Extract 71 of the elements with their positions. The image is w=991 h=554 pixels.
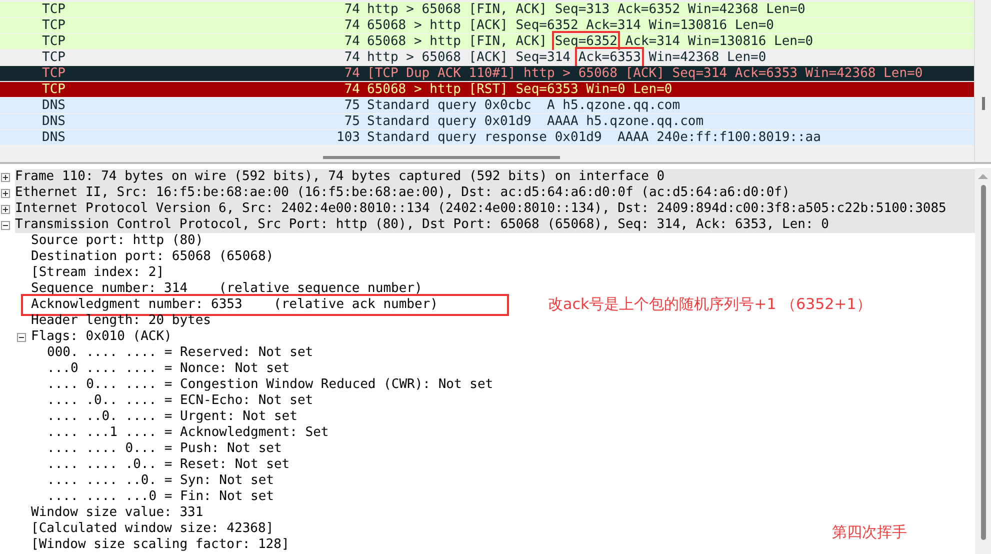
packet-row[interactable]: TCP 74 65068 > http [ACK] Seq=6352 Ack=314 Win=130816 Len=0 bbox=[0, 18, 974, 33]
detail-line[interactable]: Source port: http (80) bbox=[31, 233, 204, 249]
highlighted-text: Ack=6353 bbox=[578, 50, 641, 65]
horizontal-scrollbar[interactable] bbox=[323, 156, 560, 159]
annotation-text: 第四次挥手 bbox=[832, 523, 907, 542]
protocol-cell-text: DNS bbox=[42, 130, 66, 145]
length-cell-text: 75 bbox=[343, 114, 360, 129]
detail-line[interactable]: Destination port: 65068 (65068) bbox=[31, 249, 274, 265]
length-cell-text: 103 bbox=[336, 130, 360, 145]
detail-line[interactable]: .... ..0. .... = Urgent: Not set bbox=[47, 409, 298, 425]
detail-line[interactable]: .... .... 0... = Push: Not set bbox=[47, 441, 282, 457]
collapse-icon[interactable] bbox=[1, 220, 10, 230]
highlighted-text: Seq=6352 bbox=[554, 34, 618, 49]
info-text: 65068 > http [RST] Seq=6353 Win=0 Len=0 bbox=[367, 82, 672, 97]
detail-line[interactable]: .... .0.. .... = ECN-Echo: Not set bbox=[47, 393, 314, 409]
packet-row[interactable]: TCP 74 65068 > http [RST] Seq=6353 Win=0 Len=0 bbox=[0, 82, 974, 97]
info-text: Standard query 0x01d9 AAAA h5.qzone.qq.com bbox=[367, 114, 704, 129]
detail-line[interactable]: Sequence number: 314 (relative sequence number) bbox=[31, 281, 422, 297]
length-cell-text: 74 bbox=[343, 18, 360, 33]
protocol-cell-text: TCP bbox=[42, 2, 66, 17]
collapse-icon[interactable] bbox=[17, 332, 26, 342]
detail-line[interactable]: Header length: 20 bytes bbox=[31, 313, 212, 329]
detail-line[interactable]: 000. .... .... = Reserved: Not set bbox=[47, 345, 314, 361]
scroll-thumb[interactable] bbox=[982, 97, 985, 110]
detail-line[interactable]: .... .... ..0. = Syn: Not set bbox=[47, 473, 274, 489]
vertical-scrollbar[interactable] bbox=[975, 168, 991, 554]
length-cell-text: 74 bbox=[343, 2, 360, 17]
packet-row[interactable]: DNS 75 Standard query 0x0cbc A h5.qzone.qq.com bbox=[0, 98, 974, 113]
packet-row[interactable]: TCP 74 65068 > http [FIN, ACK] Seq=6352 Ack=314 Win=130816 Len=0 bbox=[0, 34, 974, 49]
detail-line[interactable]: .... 0... .... = Congestion Window Reduced (CWR): Not set bbox=[47, 377, 494, 393]
detail-line[interactable]: .... ...1 .... = Acknowledgment: Set bbox=[47, 425, 329, 441]
protocol-cell-text: DNS bbox=[42, 114, 66, 129]
info-text: Standard query response 0x01d9 AAAA 240e:ff:f100:8019::aa bbox=[367, 130, 821, 145]
packet-row[interactable]: DNS 75 Standard query 0x01d9 AAAA h5.qzone.qq.com bbox=[0, 114, 974, 129]
protocol-cell-text: TCP bbox=[42, 50, 66, 65]
detail-line[interactable]: ...0 .... .... = Nonce: Not set bbox=[47, 361, 290, 377]
info-text: 65068 > http [FIN, ACK] bbox=[367, 34, 548, 49]
packet-row[interactable]: DNS 103 Standard query response 0x01d9 AAAA 240e:ff:f100:8019::aa bbox=[0, 130, 974, 145]
protocol-cell-text: TCP bbox=[42, 34, 66, 49]
detail-line[interactable]: Acknowledgment number: 6353 (relative ack number) bbox=[24, 297, 506, 313]
info-text: Win=42368 Len=0 bbox=[648, 50, 766, 65]
protocol-cell-text: TCP bbox=[42, 18, 66, 33]
length-cell-text: 74 bbox=[343, 66, 360, 81]
detail-line[interactable]: .... .... .0.. = Reset: Not set bbox=[47, 457, 290, 473]
length-cell-text: 74 bbox=[343, 82, 360, 97]
expand-icon[interactable] bbox=[1, 188, 10, 198]
detail-line[interactable]: [Calculated window size: 42368] bbox=[31, 521, 274, 537]
expand-icon[interactable] bbox=[1, 172, 10, 182]
length-cell-text: 75 bbox=[343, 98, 360, 113]
annotation-text: 改ack号是上个包的随机序列号+1 （6352+1） bbox=[548, 295, 872, 314]
packet-row[interactable]: TCP 74 http > 65068 [FIN, ACK] Seq=313 Ack=6352 Win=42368 Len=0 bbox=[0, 2, 974, 17]
detail-line[interactable]: [Stream index: 2] bbox=[31, 265, 164, 281]
info-text: Standard query 0x0cbc A h5.qzone.qq.com bbox=[367, 98, 680, 113]
scroll-thumb[interactable] bbox=[980, 185, 986, 540]
up-arrow-icon[interactable] bbox=[978, 174, 988, 179]
protocol-cell-text: TCP bbox=[42, 82, 66, 97]
info-text: http > 65068 [ACK] Seq=314 bbox=[367, 50, 572, 65]
detail-line[interactable]: Flags: 0x010 (ACK) bbox=[31, 329, 172, 345]
info-text: http > 65068 [FIN, ACK] Seq=313 Ack=6352 Win=42368 Len=0 bbox=[367, 2, 806, 17]
detail-line[interactable]: .... .... ...0 = Fin: Not set bbox=[47, 489, 274, 505]
expand-icon[interactable] bbox=[1, 204, 10, 214]
info-text: Ack=314 Win=130816 Len=0 bbox=[624, 34, 814, 49]
protocol-cell-text: TCP bbox=[42, 66, 66, 81]
packet-row[interactable]: TCP 74 [TCP Dup ACK 110#1] http > 65068 [ACK] Seq=314 Ack=6353 Win=42368 Len=0 bbox=[0, 66, 974, 81]
protocol-cell-text: DNS bbox=[42, 98, 66, 113]
info-text: [TCP Dup ACK 110#1] http > 65068 [ACK] Seq=314 Ack=6353 Win=42368 Len=0 bbox=[367, 66, 923, 81]
length-cell-text: 74 bbox=[343, 50, 360, 65]
info-text: 65068 > http [ACK] Seq=6352 Ack=314 Win=130816 Len=0 bbox=[367, 18, 774, 33]
length-cell-text: 74 bbox=[343, 34, 360, 49]
detail-line[interactable]: Window size value: 331 bbox=[31, 505, 204, 521]
detail-line[interactable]: [Window size scaling factor: 128] bbox=[31, 537, 290, 553]
